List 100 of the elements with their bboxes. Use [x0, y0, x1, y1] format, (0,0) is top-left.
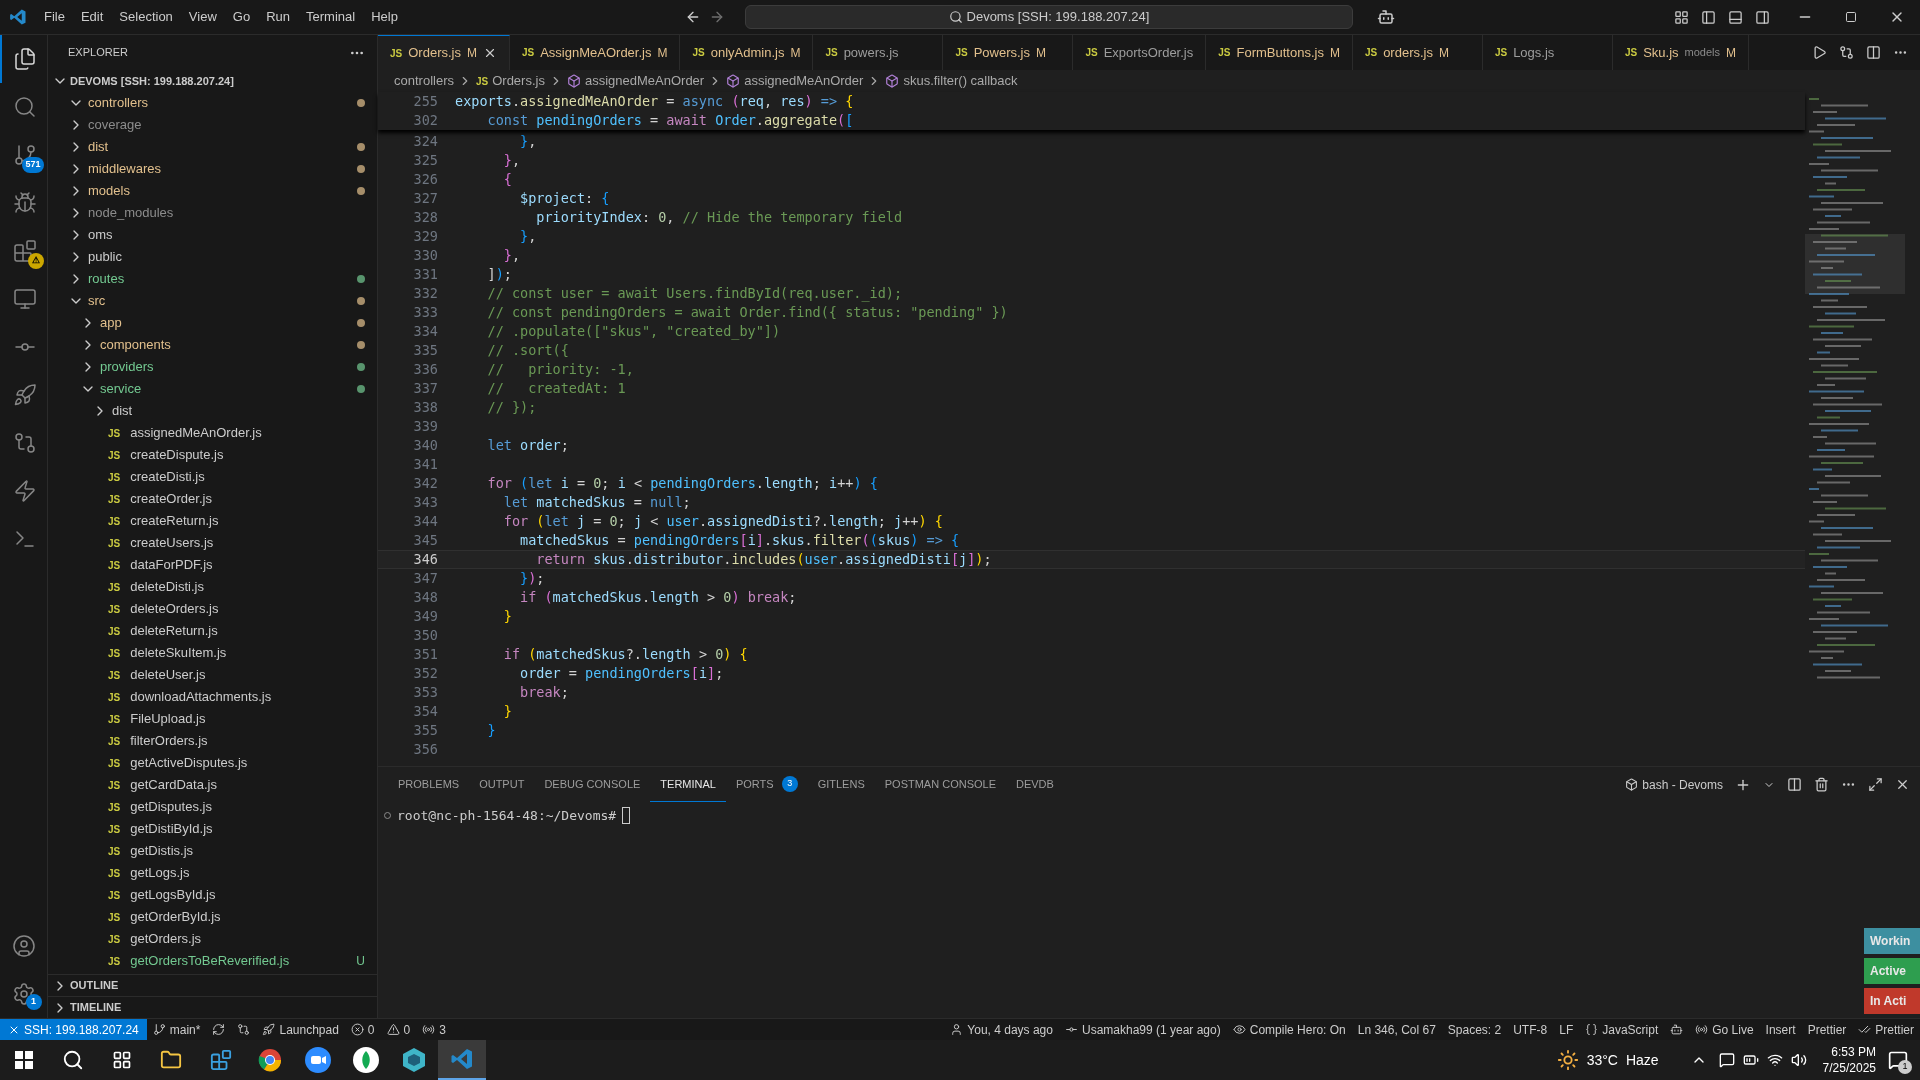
battery-icon[interactable]: [1742, 1052, 1759, 1068]
active-app-tile[interactable]: [438, 1040, 486, 1080]
explorer-folder[interactable]: oms: [48, 224, 377, 246]
compare-icon[interactable]: [1839, 45, 1854, 60]
editor-tab[interactable]: JS Orders.js M: [378, 35, 510, 70]
explorer-file[interactable]: JS deleteDisti.js: [48, 576, 377, 598]
status-item[interactable]: Spaces: 2: [1441, 1019, 1508, 1040]
explorer-file[interactable]: JS getDistis.js: [48, 840, 377, 862]
volume-icon[interactable]: [1790, 1052, 1807, 1068]
explorer-file[interactable]: JS downloadAttachments.js: [48, 686, 377, 708]
breadcrumb-item[interactable]: assignedMeAnOrder: [584, 71, 705, 91]
explorer-folder[interactable]: service: [48, 378, 377, 400]
terminal-selector[interactable]: bash - Devoms: [1642, 775, 1723, 794]
status-item[interactable]: Ln 346, Col 67: [1351, 1019, 1442, 1040]
browser-icon[interactable]: [258, 1048, 282, 1072]
command-center-field[interactable]: Devoms [SSH: 199.188.207.24]: [744, 5, 1353, 29]
section-header[interactable]: OUTLINE: [48, 974, 377, 996]
explorer-folder[interactable]: providers: [48, 356, 377, 378]
status-item[interactable]: Launchpad: [256, 1019, 345, 1040]
panel-left-icon[interactable]: [1701, 9, 1716, 25]
explorer-file[interactable]: JS createUsers.js: [48, 532, 377, 554]
restore-icon[interactable]: [1845, 11, 1857, 23]
breadcrumb-item[interactable]: skus.filter() callback: [903, 71, 1018, 91]
activity-item[interactable]: 1: [0, 970, 48, 1018]
status-item[interactable]: 3: [416, 1019, 452, 1040]
panel-tab[interactable]: OUTPUT: [469, 767, 535, 802]
panel-tab[interactable]: DEBUG CONSOLE: [534, 767, 651, 802]
panel-tab[interactable]: DEVDB: [1006, 767, 1064, 802]
layout-icon[interactable]: [1674, 9, 1689, 25]
explorer-file[interactable]: JS FileUpload.js: [48, 708, 377, 730]
explorer-folder[interactable]: controllers: [48, 92, 377, 114]
explorer-file[interactable]: JS deleteReturn.js: [48, 620, 377, 642]
status-item[interactable]: Prettier: [1801, 1019, 1853, 1040]
menu-item[interactable]: Run: [258, 7, 298, 27]
menu-item[interactable]: Help: [363, 7, 406, 27]
explorer-file[interactable]: JS getDisputes.js: [48, 796, 377, 818]
activity-item[interactable]: 571: [0, 131, 48, 179]
panel-tab[interactable]: PORTS 3: [725, 767, 808, 802]
explorer-folder[interactable]: coverage: [48, 114, 377, 136]
menu-item[interactable]: Go: [224, 7, 259, 27]
explorer-folder[interactable]: models: [48, 180, 377, 202]
breadcrumb-item[interactable]: controllers: [394, 71, 454, 91]
status-item[interactable]: You, 4 days ago: [944, 1019, 1059, 1040]
task-view-icon[interactable]: [112, 1050, 132, 1070]
explorer-file[interactable]: JS getActiveDisputes.js: [48, 752, 377, 774]
status-item[interactable]: JavaScript: [1579, 1019, 1665, 1040]
panel-tab[interactable]: GITLENS: [807, 767, 875, 802]
panel-tab[interactable]: PROBLEMS: [388, 767, 470, 802]
robot-icon[interactable]: [1376, 8, 1395, 26]
remote-indicator[interactable]: SSH: 199.188.207.24: [0, 1019, 147, 1040]
explorer-file[interactable]: JS assignedMeAnOrder.js: [48, 422, 377, 444]
panel-tab[interactable]: TERMINAL: [650, 767, 726, 802]
explorer-file[interactable]: JS getDistiById.js: [48, 818, 377, 840]
notifications-icon[interactable]: [1888, 1050, 1908, 1070]
run-icon[interactable]: [1812, 45, 1827, 60]
explorer-file[interactable]: JS createDispute.js: [48, 444, 377, 466]
network-icon[interactable]: [1766, 1052, 1783, 1068]
explorer-file[interactable]: JS dataForPDF.js: [48, 554, 377, 576]
split-editor-icon[interactable]: [1866, 45, 1881, 60]
explorer-folder[interactable]: components: [48, 334, 377, 356]
panel-tab[interactable]: POSTMAN CONSOLE: [874, 767, 1006, 802]
breadcrumb-item[interactable]: assignedMeAnOrder: [744, 71, 864, 91]
hexagon-app-icon[interactable]: [401, 1047, 427, 1073]
tray-app-icon[interactable]: [1718, 1052, 1735, 1068]
explorer-folder[interactable]: middlewares: [48, 158, 377, 180]
status-item[interactable]: LF: [1553, 1019, 1580, 1040]
root-folder-header[interactable]: DEVOMS [SSH: 199.188.207.24]: [48, 70, 377, 92]
explorer-file[interactable]: JS filterOrders.js: [48, 730, 377, 752]
explorer-folder[interactable]: dist: [48, 136, 377, 158]
explorer-file[interactable]: JS deleteSkuItem.js: [48, 642, 377, 664]
status-item[interactable]: main*: [146, 1019, 207, 1040]
explorer-file[interactable]: JS deleteUser.js: [48, 664, 377, 686]
status-notification[interactable]: In Acti: [1864, 988, 1920, 1014]
status-item[interactable]: UTF-8: [1507, 1019, 1554, 1040]
close-icon[interactable]: [1895, 777, 1910, 792]
status-item[interactable]: Go Live: [1689, 1019, 1760, 1040]
status-item[interactable]: 0: [344, 1019, 381, 1040]
explorer-file[interactable]: JS getCardData.js: [48, 774, 377, 796]
search-icon[interactable]: [62, 1049, 84, 1071]
menu-item[interactable]: Selection: [111, 7, 181, 27]
panel-bottom-icon[interactable]: [1728, 9, 1743, 25]
menu-item[interactable]: File: [36, 7, 73, 27]
menu-item[interactable]: View: [180, 7, 225, 27]
leaf-icon[interactable]: [353, 1047, 379, 1073]
explorer-folder[interactable]: routes: [48, 268, 377, 290]
explorer-file[interactable]: JS createOrder.js: [48, 488, 377, 510]
status-item[interactable]: Compile Hero: On: [1226, 1019, 1352, 1040]
explorer-file[interactable]: JS deleteOrders.js: [48, 598, 377, 620]
start-icon[interactable]: [15, 1051, 33, 1069]
explorer-folder[interactable]: public: [48, 246, 377, 268]
split-icon[interactable]: [1787, 777, 1802, 792]
explorer-file[interactable]: JS getLogs.js: [48, 862, 377, 884]
status-item[interactable]: Usamakha99 (1 year ago): [1058, 1019, 1227, 1040]
clock-time[interactable]: 6:53 PM: [1831, 1044, 1876, 1060]
breadcrumb-item[interactable]: Orders.js: [492, 71, 545, 91]
explorer-folder[interactable]: app: [48, 312, 377, 334]
activity-item[interactable]: ⚠: [0, 227, 48, 275]
store-icon[interactable]: [210, 1049, 232, 1071]
trash-icon[interactable]: [1814, 777, 1829, 792]
explorer-folder[interactable]: dist: [48, 400, 377, 422]
